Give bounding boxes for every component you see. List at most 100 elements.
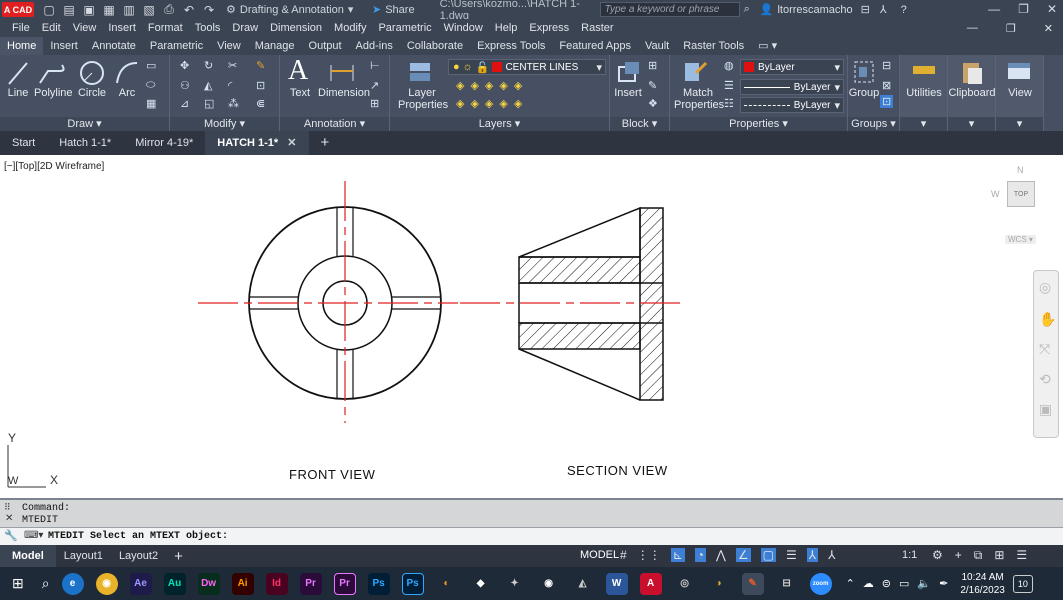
notification-badge[interactable]: 10 <box>1012 574 1033 593</box>
menu-format[interactable]: Format <box>148 22 183 34</box>
premiere-icon[interactable]: Pr <box>299 572 322 595</box>
edit-block-icon[interactable]: ✎ <box>648 79 657 92</box>
move-icon[interactable]: ✥ <box>180 59 189 72</box>
ribbon-tab-manage[interactable]: Manage <box>248 37 302 55</box>
text-button[interactable]: Text <box>284 87 316 99</box>
autodesk-app-icon[interactable]: ⅄ <box>880 3 887 16</box>
zoom-icon[interactable]: zoom <box>809 572 832 595</box>
polar-icon[interactable]: ◔ <box>694 548 706 562</box>
match-properties-button[interactable]: Match Properties <box>674 87 724 111</box>
illustrator-icon[interactable]: Ai <box>231 572 254 595</box>
menu-file[interactable]: File <box>12 22 30 34</box>
annotation-scale[interactable]: 1:1 <box>902 549 917 561</box>
front-view-label[interactable]: FRONT VIEW <box>289 467 375 482</box>
block-panel-title[interactable]: Block ▾ <box>610 117 669 131</box>
lineweight-dropdown[interactable]: ByLayer ▾ <box>740 79 844 95</box>
windows-start-icon[interactable]: ⊞ <box>12 575 24 592</box>
grid-icon[interactable]: # <box>620 548 627 562</box>
layer-tools-row-1[interactable]: ◈◈◈◈◈ <box>456 79 528 92</box>
word-icon[interactable]: W <box>605 572 628 595</box>
dimension-icon[interactable] <box>328 61 356 85</box>
group-button[interactable]: Group <box>848 87 880 99</box>
ungroup-icon[interactable]: ⊟ <box>882 59 891 72</box>
osnap-icon[interactable]: ▢ <box>760 548 776 562</box>
ortho-icon[interactable]: ⊾ <box>670 548 685 562</box>
arc-button[interactable]: Arc <box>112 87 142 99</box>
customize-icon[interactable]: ☰ <box>1016 548 1027 563</box>
trim-icon[interactable]: ✂ <box>228 59 237 72</box>
save-as-icon[interactable]: ▦ <box>102 3 116 17</box>
new-tab-button[interactable]: + <box>309 131 342 155</box>
menu-edit[interactable]: Edit <box>42 22 61 34</box>
linetype-dropdown[interactable]: ByLayer ▾ <box>740 97 844 113</box>
linetype-icon[interactable]: ☷ <box>724 97 734 110</box>
clipboard-expand[interactable]: ▾ <box>948 117 995 131</box>
top-face[interactable]: TOP <box>1007 181 1035 207</box>
menu-tools[interactable]: Tools <box>195 22 221 34</box>
doc-minimize-icon[interactable]: — <box>967 22 978 35</box>
close-tab-icon[interactable]: ✕ <box>287 137 296 149</box>
scale-icon[interactable]: ◱ <box>204 97 214 110</box>
properties-panel-title[interactable]: Properties ▾ <box>670 117 847 131</box>
annotation-panel-title[interactable]: Annotation ▾ <box>280 117 389 131</box>
zoom-extents-icon[interactable]: ⤧ <box>1039 341 1050 358</box>
group-icon[interactable] <box>852 59 876 85</box>
blender-icon[interactable]: ◐ <box>436 573 458 595</box>
minimize-icon[interactable]: — <box>988 2 1000 16</box>
audition-icon[interactable]: Au <box>163 572 186 595</box>
menu-draw[interactable]: Draw <box>232 22 258 34</box>
ribbon-tab-vault[interactable]: Vault <box>638 37 676 55</box>
array-icon[interactable]: ⁂ <box>228 97 239 110</box>
menu-express[interactable]: Express <box>529 22 569 34</box>
color-wheel-icon[interactable]: ◍ <box>724 59 734 72</box>
insert-block-icon[interactable] <box>616 59 642 85</box>
new-file-icon[interactable]: ▢ <box>42 3 56 17</box>
restore-icon[interactable]: ❐ <box>1018 2 1029 16</box>
edge-icon[interactable]: e <box>61 572 84 595</box>
chrome-icon[interactable]: ◉ <box>95 572 118 595</box>
fillet-icon[interactable]: ◜ <box>228 79 232 92</box>
autocad-taskbar-icon[interactable]: A <box>639 572 662 595</box>
section-view-label[interactable]: SECTION VIEW <box>567 463 668 478</box>
orbit-icon[interactable]: ⟲ <box>1039 371 1051 388</box>
groups-panel-title[interactable]: Groups ▾ <box>848 117 899 131</box>
search-icon[interactable]: ⌕ <box>744 3 750 16</box>
copy-icon[interactable]: ⚇ <box>180 79 190 92</box>
app-icon-3[interactable]: ◎ <box>674 573 696 595</box>
clipboard-panel[interactable]: Clipboard ▾ <box>948 55 996 131</box>
clock[interactable]: 10:24 AM 2/16/2023 <box>960 571 1005 597</box>
search-input[interactable]: Type a keyword or phrase <box>599 2 740 17</box>
tab-model[interactable]: Model <box>0 545 56 567</box>
indesign-icon[interactable]: Id <box>265 572 288 595</box>
web-open-icon[interactable]: ▥ <box>122 3 136 17</box>
boundary-icon[interactable]: ▦ <box>146 97 156 110</box>
modify-panel-title[interactable]: Modify ▾ <box>170 117 279 131</box>
mirror-icon[interactable]: ◭ <box>204 79 212 92</box>
tab-hatch-1-1[interactable]: Hatch 1-1* <box>47 131 123 155</box>
pan-icon[interactable]: ✋ <box>1039 311 1056 328</box>
ribbon-tab-express-tools[interactable]: Express Tools <box>470 37 552 55</box>
ribbon-tab-raster-tools[interactable]: Raster Tools <box>676 37 751 55</box>
drawing-canvas[interactable]: [−][Top][2D Wireframe] Y X W FRONT VIEW … <box>0 155 1063 498</box>
share-button[interactable]: ➤ Share <box>372 3 415 17</box>
lineweight-toggle-icon[interactable]: ☰ <box>786 548 797 562</box>
model-space-button[interactable]: MODEL <box>580 549 619 561</box>
tab-mirror-4-19[interactable]: Mirror 4-19* <box>123 131 205 155</box>
osnap-track-icon[interactable]: ∠ <box>735 548 751 562</box>
dimension-button[interactable]: Dimension <box>318 87 370 99</box>
menu-modify[interactable]: Modify <box>334 22 366 34</box>
erase-icon[interactable]: ✎ <box>256 59 265 72</box>
offset-icon[interactable]: ⋐ <box>256 97 265 110</box>
tab-layout2[interactable]: Layout2 <box>111 550 166 562</box>
network-icon[interactable]: ⊜ <box>882 577 891 590</box>
menu-view[interactable]: View <box>73 22 97 34</box>
premiere-2-icon[interactable]: Pr <box>333 572 356 595</box>
app-icon-1[interactable]: ✦ <box>504 573 526 595</box>
command-prompt-icon[interactable]: ⌨▾ <box>24 530 43 541</box>
polyline-button[interactable]: Polyline <box>34 87 73 99</box>
menu-window[interactable]: Window <box>444 22 483 34</box>
showmotion-icon[interactable]: ▣ <box>1039 401 1052 418</box>
ribbon-tab-insert[interactable]: Insert <box>43 37 85 55</box>
table-icon[interactable]: ⊞ <box>370 97 379 110</box>
polyline-icon[interactable] <box>38 59 68 87</box>
